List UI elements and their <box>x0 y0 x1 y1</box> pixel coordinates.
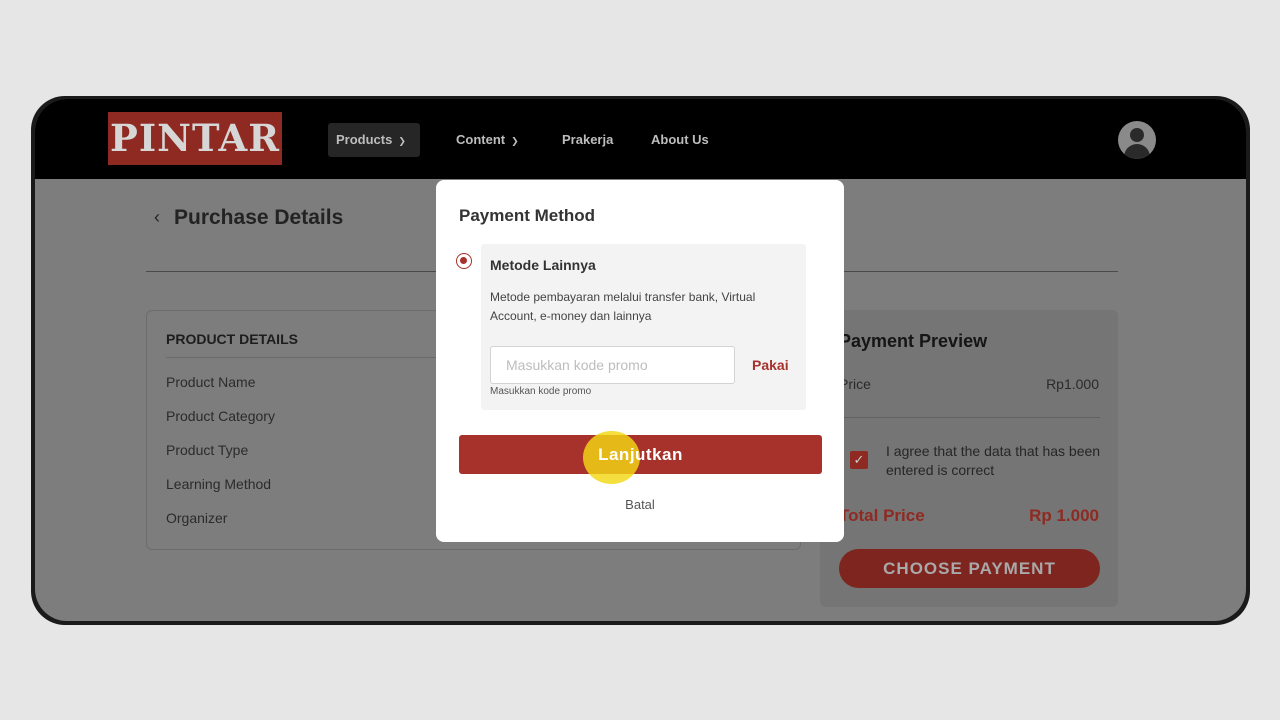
nav-content-label: Content <box>456 132 506 147</box>
back-chevron-icon[interactable]: ‹ <box>154 207 160 228</box>
payment-option-description: Metode pembayaran melalui transfer bank,… <box>490 290 756 323</box>
avatar-head <box>1130 128 1144 142</box>
radio-selected-dot <box>460 257 467 264</box>
product-type-label: Product Type <box>166 442 249 458</box>
pintar-logo[interactable]: PINTAR <box>108 112 282 165</box>
payment-preview-card: Payment Preview Price Rp1.000 ✓ I agree … <box>820 310 1118 607</box>
nav-products-label: Products <box>336 132 393 147</box>
payment-option-card[interactable]: Metode Lainnya Metode pembayaran melalui… <box>481 244 806 410</box>
agree-checkbox[interactable]: ✓ <box>850 451 868 469</box>
continue-button[interactable]: Lanjutkan <box>459 431 822 484</box>
product-details-heading: PRODUCT DETAILS <box>166 331 298 347</box>
divider <box>839 417 1100 418</box>
chevron-down-icon: ❯ <box>511 136 519 146</box>
chevron-down-icon: ❯ <box>398 136 406 146</box>
payment-option-title: Metode Lainnya <box>490 257 596 273</box>
payment-preview-heading: Payment Preview <box>839 331 988 351</box>
total-price-label: Total Price <box>839 506 925 525</box>
nav-content[interactable]: Content ❯ <box>448 123 527 157</box>
agree-text: I agree that the data that has been ente… <box>886 443 1101 478</box>
total-price-value: Rp 1.000 <box>1029 506 1099 525</box>
navbar: PINTAR Products ❯ Content ❯ Prakerja About… <box>35 99 1246 179</box>
price-value: Rp1.000 <box>1046 376 1099 392</box>
nav-prakerja[interactable]: Prakerja <box>554 123 621 157</box>
apply-promo-button[interactable]: Pakai <box>752 357 789 373</box>
check-icon: ✓ <box>853 452 865 467</box>
payment-method-modal: Payment Method Metode Lainnya Metode pem… <box>436 180 844 542</box>
continue-button-label: Lanjutkan <box>598 445 683 464</box>
avatar-body <box>1124 144 1150 159</box>
product-name-label: Product Name <box>166 374 256 390</box>
nav-products[interactable]: Products ❯ <box>328 123 420 157</box>
cancel-link[interactable]: Batal <box>436 497 844 512</box>
payment-option-radio[interactable] <box>456 253 472 269</box>
organizer-label: Organizer <box>166 510 228 526</box>
page-title: Purchase Details <box>174 206 344 229</box>
promo-code-input[interactable] <box>490 346 735 384</box>
user-avatar-icon[interactable] <box>1118 121 1156 159</box>
choose-payment-button[interactable]: CHOOSE PAYMENT <box>839 549 1100 588</box>
modal-title: Payment Method <box>459 206 596 225</box>
nav-about-us[interactable]: About Us <box>643 123 717 157</box>
product-category-label: Product Category <box>166 408 275 424</box>
learning-method-label: Learning Method <box>166 476 272 492</box>
promo-help-text: Masukkan kode promo <box>490 386 592 397</box>
